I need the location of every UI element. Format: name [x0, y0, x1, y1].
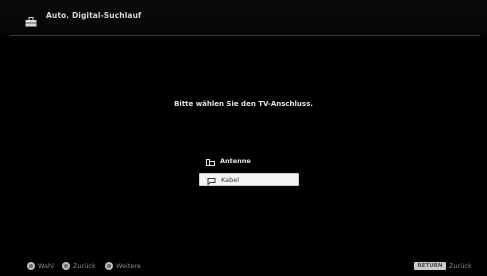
navigate-button-icon: [27, 262, 35, 270]
return-label: Zurück: [449, 262, 472, 270]
options-button-icon: [105, 262, 113, 270]
header-divider: [10, 35, 480, 36]
option-antenne-label: Antenne: [220, 157, 251, 165]
page-title: Auto. Digital-Suchlauf: [46, 11, 142, 20]
option-kabel[interactable]: Kabel: [199, 173, 299, 186]
hint-wahl: Wahl: [27, 259, 54, 273]
toolbox-icon: [25, 12, 37, 27]
footer-bar: Wahl Zurück Weitere RETURN Zurück: [0, 259, 487, 273]
hint-weitere-label: Weitere: [116, 262, 141, 270]
cable-icon: [207, 177, 216, 186]
hint-zurueck-label: Zurück: [73, 262, 96, 270]
option-antenne[interactable]: Antenne: [199, 155, 299, 168]
hint-zurueck: Zurück: [62, 259, 96, 273]
option-kabel-label: Kabel: [221, 176, 240, 184]
hint-weitere: Weitere: [105, 259, 141, 273]
connection-prompt: Bitte wählen Sie den TV-Anschluss.: [174, 100, 313, 108]
header-bar: Auto. Digital-Suchlauf: [0, 0, 487, 36]
hint-wahl-label: Wahl: [38, 262, 54, 270]
antenna-icon: [206, 158, 215, 166]
return-key-badge: RETURN: [414, 262, 446, 270]
back-button-icon: [62, 262, 70, 270]
tv-screen: Auto. Digital-Suchlauf Bitte wählen Sie …: [0, 0, 487, 276]
